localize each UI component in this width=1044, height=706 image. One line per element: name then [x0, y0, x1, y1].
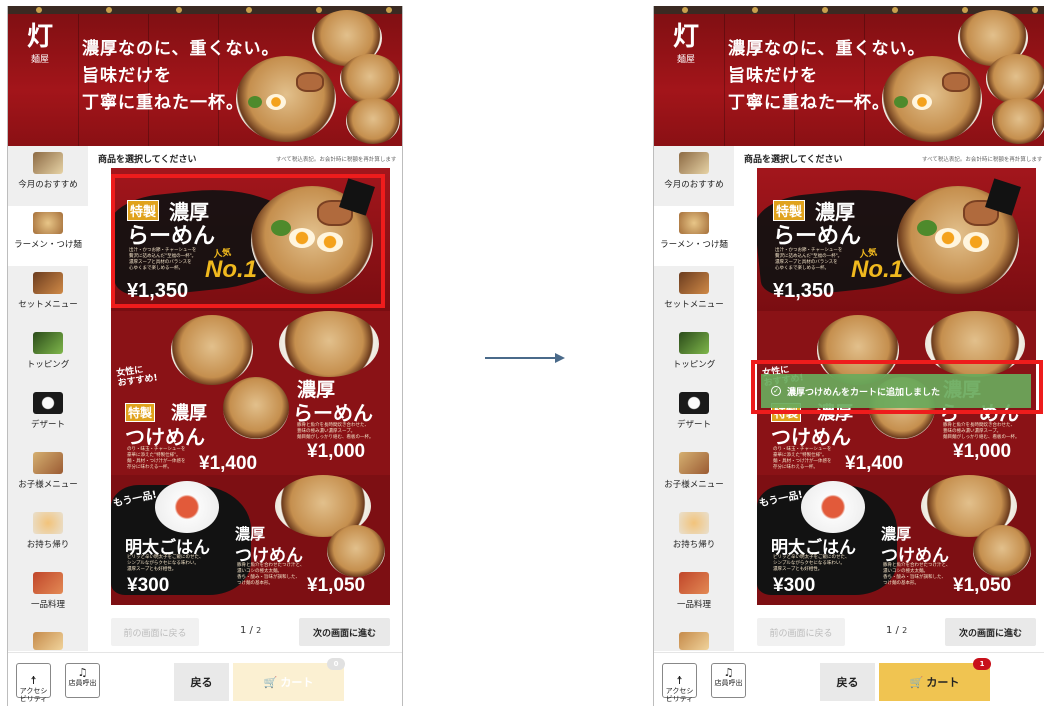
sidebar-item-side-dish[interactable]: 一品料理: [8, 566, 88, 626]
cart-button[interactable]: 🛒 カート: [233, 663, 344, 701]
call-staff-button[interactable]: ♫ 店員呼出: [65, 663, 100, 698]
sidebar-item-set[interactable]: セットメニュー: [8, 266, 88, 326]
back-button[interactable]: 戻る: [820, 663, 875, 701]
price-label: ¥1,350: [773, 280, 835, 302]
comparison-stage: 灯 麺屋 濃厚なのに、重くない。 旨味だけを 丁寧に重ねた一杯。 今月のおすすめ: [0, 0, 1044, 706]
ramen-icon: [679, 212, 709, 234]
mentaiko-image: [155, 481, 219, 533]
cart-count-badge: 1: [973, 658, 991, 670]
sidebar-item-ramen[interactable]: ラーメン・つけ麺: [654, 206, 734, 266]
highlight-tokusei-ramen: [111, 174, 385, 308]
back-button[interactable]: 戻る: [174, 663, 229, 701]
page-indicator: 1 / 2: [886, 625, 908, 636]
more-icon: [33, 632, 63, 650]
category-sidebar: 今月のおすすめ ラーメン・つけ麺 セットメニュー トッピング デザート お子様メ…: [654, 146, 734, 651]
bottom-bar: ☨ アクセシ ビリティ ♫ 店員呼出 戻る 🛒 カート 1: [654, 652, 1044, 706]
sidebar-item-set[interactable]: セットメニュー: [654, 266, 734, 326]
sidebar-item-takeout[interactable]: お持ち帰り: [654, 506, 734, 566]
hero-banner: 灯 麺屋 濃厚なのに、重くない。 旨味だけを 丁寧に重ねた一杯。: [654, 6, 1044, 146]
sidebar-item-topping[interactable]: トッピング: [654, 326, 734, 386]
takeout-icon: [33, 512, 63, 534]
accessibility-icon: ☨: [676, 674, 683, 687]
hero-banner: 灯 麺屋 濃厚なのに、重くない。 旨味だけを 丁寧に重ねた一杯。: [8, 6, 402, 146]
ramen-icon: [33, 212, 63, 234]
cart-button[interactable]: 🛒 カート: [879, 663, 990, 701]
more-icon: [679, 632, 709, 650]
sidebar-item-recommend[interactable]: 今月のおすすめ: [8, 146, 88, 206]
tax-note: すべて税込表記。お会計時に税額を再計算します: [922, 157, 1043, 163]
cart-icon: 🛒: [263, 675, 278, 689]
page-indicator: 1 / 2: [240, 625, 262, 636]
topping-icon: [679, 332, 709, 354]
cart-count-badge: 0: [327, 658, 345, 670]
kids-menu-icon: [33, 452, 63, 474]
recommend-icon: [33, 152, 63, 174]
category-sidebar: 今月のおすすめ ラーメン・つけ麺 セットメニュー トッピング デザート お子様メ…: [8, 146, 88, 651]
prev-page-button[interactable]: 前の画面に戻る: [111, 618, 199, 646]
menu-item-mentaiko-rice[interactable]: もう一品! 明太ごはん ピリッと辛い明太子をご飯にのせた、 シンプルながらクセに…: [757, 475, 1036, 605]
sidebar-item-more[interactable]: [8, 626, 88, 651]
rank-badge: No.1: [851, 256, 904, 283]
menu-item-tsukemen[interactable]: 女性に おすすめ! 特製 濃厚 つけめん のり・味玉・チャーシューを 豪華に添え…: [111, 311, 390, 475]
kids-menu-icon: [679, 452, 709, 474]
sidebar-item-takeout[interactable]: お持ち帰り: [8, 506, 88, 566]
side-dish-icon: [679, 572, 709, 594]
accessibility-icon: ☨: [30, 674, 37, 687]
section-heading: 商品を選択してください: [98, 155, 197, 165]
bottom-bar: ☨ アクセシ ビリティ ♫ 店員呼出 戻る 🛒 カート 0: [8, 652, 402, 706]
menu-item-tokusei-ramen[interactable]: 特製 濃厚 らーめん 出汁・かつお節・チャーシューを 贅沢に詰め込んだ"至福の一…: [757, 168, 1036, 311]
sidebar-item-ramen[interactable]: ラーメン・つけ麺: [8, 206, 88, 266]
section-heading: 商品を選択してください: [744, 155, 843, 165]
prev-page-button[interactable]: 前の画面に戻る: [757, 618, 845, 646]
topping-icon: [33, 332, 63, 354]
highlight-toast: [751, 360, 1043, 414]
menu-item-mentaiko-rice[interactable]: もう一品! 明太ごはん ピリッと辛い明太子をご飯にのせた、 シンプルながらクセに…: [111, 475, 390, 605]
sidebar-item-kids[interactable]: お子様メニュー: [8, 446, 88, 506]
tsukemen-image: [171, 315, 253, 385]
recommend-icon: [679, 152, 709, 174]
set-menu-icon: [679, 272, 709, 294]
sidebar-item-recommend[interactable]: 今月のおすすめ: [654, 146, 734, 206]
next-page-button[interactable]: 次の画面に進む: [945, 618, 1036, 646]
sidebar-item-topping[interactable]: トッピング: [8, 326, 88, 386]
sidebar-item-side-dish[interactable]: 一品料理: [654, 566, 734, 626]
tax-note: すべて税込表記。お会計時に税額を再計算します: [276, 157, 397, 163]
shop-logo: 灯 麺屋: [26, 22, 53, 65]
shop-logo: 灯 麺屋: [672, 22, 699, 65]
accessibility-button[interactable]: ☨ アクセシ ビリティ: [16, 663, 51, 703]
takeout-icon: [679, 512, 709, 534]
cart-icon: 🛒: [909, 675, 924, 689]
bell-icon: ♫: [723, 666, 734, 679]
sidebar-item-more[interactable]: [654, 626, 734, 651]
call-staff-button[interactable]: ♫ 店員呼出: [711, 663, 746, 698]
set-menu-icon: [33, 272, 63, 294]
mentaiko-image: [801, 481, 865, 533]
dessert-icon: [33, 392, 63, 414]
side-dish-icon: [33, 572, 63, 594]
bell-icon: ♫: [77, 666, 88, 679]
sidebar-item-kids[interactable]: お子様メニュー: [654, 446, 734, 506]
sidebar-item-dessert[interactable]: デザート: [8, 386, 88, 446]
kiosk-screen-before: 灯 麺屋 濃厚なのに、重くない。 旨味だけを 丁寧に重ねた一杯。 今月のおすすめ: [7, 6, 403, 706]
next-page-button[interactable]: 次の画面に進む: [299, 618, 390, 646]
dessert-icon: [679, 392, 709, 414]
kiosk-screen-after: 灯 麺屋 濃厚なのに、重くない。 旨味だけを 丁寧に重ねた一杯。 今月のおすすめ: [653, 6, 1044, 706]
transition-arrow-icon: [485, 353, 565, 363]
ramen-small-image: [279, 311, 379, 377]
sidebar-item-dessert[interactable]: デザート: [654, 386, 734, 446]
accessibility-button[interactable]: ☨ アクセシ ビリティ: [662, 663, 697, 703]
